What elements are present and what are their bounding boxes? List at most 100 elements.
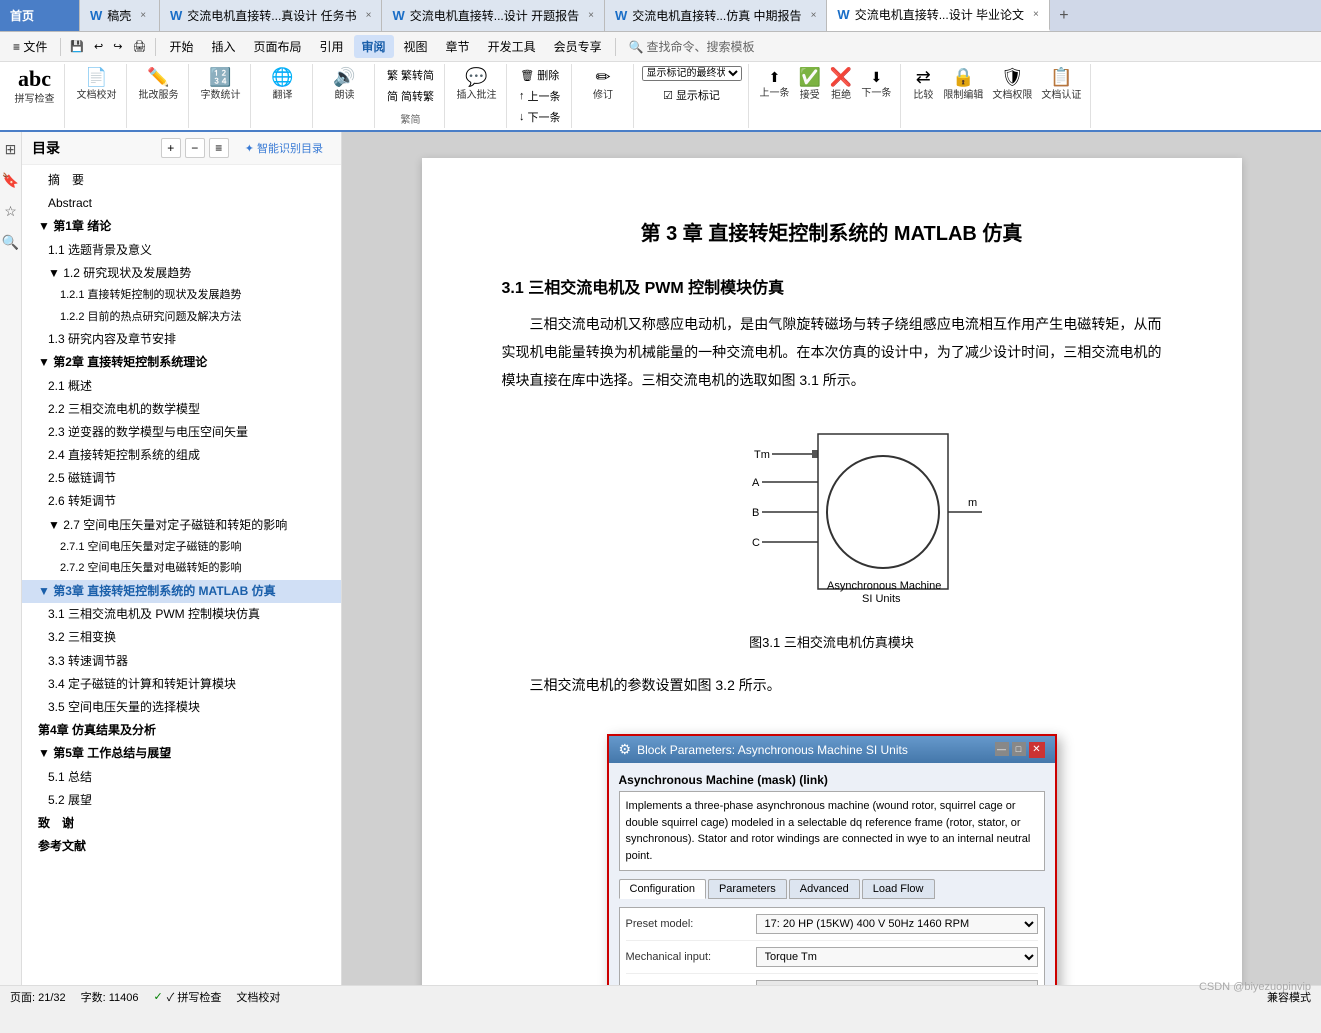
- save-btn[interactable]: 💾: [66, 38, 88, 55]
- toc-item-0[interactable]: 摘 要: [22, 169, 341, 192]
- tab-doc4[interactable]: W 交流电机直接转...设计 毕业论文 ×: [827, 0, 1049, 31]
- tab-add-button[interactable]: +: [1050, 0, 1078, 31]
- toc-item-4[interactable]: ▼ 1.2 研究现状及发展趋势: [22, 262, 341, 285]
- fan-to-jian-btn[interactable]: 繁繁转简: [383, 66, 438, 84]
- menu-file[interactable]: ≡ 文件: [5, 35, 55, 58]
- document-area[interactable]: 第 3 章 直接转矩控制系统的 MATLAB 仿真 3.1 三相交流电机及 PW…: [342, 132, 1321, 985]
- tab-doc4-close[interactable]: ×: [1033, 9, 1039, 20]
- smart-toc-btn[interactable]: ✦ 智能识别目录: [237, 138, 331, 158]
- restrict-edit-btn[interactable]: 🔒 限制编辑: [940, 66, 986, 103]
- menu-view[interactable]: 视图: [396, 35, 436, 58]
- dialog-tab-params[interactable]: Parameters: [708, 879, 787, 899]
- track-changes-btn[interactable]: ✏ 修订: [589, 66, 617, 103]
- toc-item-25[interactable]: ▼ 第5章 工作总结与展望: [22, 742, 341, 765]
- tab-doc2[interactable]: W 交流电机直接转...设计 开题报告 ×: [382, 0, 604, 31]
- toc-item-15[interactable]: ▼ 2.7 空间电压矢量对定子磁链和转矩的影响: [22, 514, 341, 537]
- translate-btn[interactable]: 🌐 翻译: [268, 66, 296, 103]
- toc-item-3[interactable]: 1.1 选题背景及意义: [22, 239, 341, 262]
- toc-item-6[interactable]: 1.2.2 目前的热点研究问题及解决方法: [22, 307, 341, 329]
- tab-draft-close[interactable]: ×: [140, 10, 146, 21]
- prev-comment-btn[interactable]: ↑上一条: [515, 87, 565, 105]
- next-change-btn[interactable]: ⬇ 下一条: [858, 68, 894, 101]
- spell-check-btn[interactable]: abc 拼写检查: [12, 66, 58, 107]
- tab-home[interactable]: 首页: [0, 0, 80, 31]
- toc-settings-btn[interactable]: ≡: [209, 138, 229, 158]
- menu-layout[interactable]: 页面布局: [245, 35, 309, 58]
- rotortype-select[interactable]: Squirrel-cage: [756, 980, 1038, 985]
- doccheck-btn[interactable]: 📄 文档校对: [74, 66, 120, 103]
- tab-doc3[interactable]: W 交流电机直接转...仿真 中期报告 ×: [605, 0, 827, 31]
- menu-devtools[interactable]: 开发工具: [480, 35, 544, 58]
- search-command[interactable]: 🔍 查找命令、搜索模板: [621, 35, 763, 58]
- compare-btn[interactable]: ⇄ 比较: [909, 66, 937, 103]
- nav-star-icon[interactable]: ☆: [1, 200, 20, 223]
- menu-review[interactable]: 审阅: [354, 35, 394, 58]
- show-markup-btn[interactable]: ☑ 显示标记: [659, 86, 724, 104]
- nav-bookmark-icon[interactable]: 🔖: [0, 169, 22, 192]
- toc-item-29[interactable]: 参考文献: [22, 835, 341, 858]
- menu-ref[interactable]: 引用: [312, 35, 352, 58]
- toc-item-10[interactable]: 2.2 三相交流电机的数学模型: [22, 398, 341, 421]
- next-comment-btn[interactable]: ↓下一条: [515, 108, 565, 126]
- toc-expand-btn[interactable]: +: [161, 138, 181, 158]
- menu-start[interactable]: 开始: [161, 35, 201, 58]
- markup-state-select[interactable]: 显示标记的最终状态: [642, 66, 742, 81]
- reject-btn[interactable]: ❌ 拒绝: [827, 66, 855, 103]
- menu-insert[interactable]: 插入: [203, 35, 243, 58]
- menu-vip[interactable]: 会员专享: [546, 35, 610, 58]
- toc-item-17[interactable]: 2.7.2 空间电压矢量对电磁转矩的影响: [22, 558, 341, 580]
- toc-item-28[interactable]: 致 谢: [22, 812, 341, 835]
- tab-doc1[interactable]: W 交流电机直接转...真设计 任务书 ×: [160, 0, 382, 31]
- doc-permission-btn[interactable]: 🛡 文档权限: [989, 66, 1035, 103]
- toc-item-2[interactable]: ▼ 第1章 绪论: [22, 215, 341, 238]
- insert-comment-btn[interactable]: 💬 插入批注: [454, 66, 500, 103]
- tab-doc2-close[interactable]: ×: [588, 10, 594, 21]
- toc-item-13[interactable]: 2.5 磁链调节: [22, 467, 341, 490]
- toc-item-21[interactable]: 3.3 转速调节器: [22, 650, 341, 673]
- toc-item-26[interactable]: 5.1 总结: [22, 766, 341, 789]
- dialog-tab-config[interactable]: Configuration: [619, 879, 706, 899]
- status-doccheck[interactable]: 文档校对: [236, 989, 280, 1005]
- toc-item-23[interactable]: 3.5 空间电压矢量的选择模块: [22, 696, 341, 719]
- read-btn[interactable]: 🔊 朗读: [330, 66, 358, 103]
- toc-item-27[interactable]: 5.2 展望: [22, 789, 341, 812]
- tab-doc1-close[interactable]: ×: [366, 10, 372, 21]
- redo-btn[interactable]: ↪: [109, 38, 126, 55]
- prev-change-btn[interactable]: ⬆ 上一条: [757, 68, 793, 101]
- dialog-tab-loadflow[interactable]: Load Flow: [862, 879, 935, 899]
- dialog-tab-advanced[interactable]: Advanced: [789, 879, 860, 899]
- toc-item-22[interactable]: 3.4 定子磁链的计算和转矩计算模块: [22, 673, 341, 696]
- toc-item-5[interactable]: 1.2.1 直接转矩控制的现状及发展趋势: [22, 285, 341, 307]
- print-btn[interactable]: 🖨: [128, 38, 150, 55]
- status-spell[interactable]: ✓ ✓ 拼写检查: [154, 989, 222, 1005]
- toc-item-18[interactable]: ▼ 第3章 直接转矩控制系统的 MATLAB 仿真: [22, 580, 341, 603]
- nav-home-icon[interactable]: ⊞: [2, 138, 20, 161]
- toc-item-8[interactable]: ▼ 第2章 直接转矩控制系统理论: [22, 351, 341, 374]
- toc-item-14[interactable]: 2.6 转矩调节: [22, 490, 341, 513]
- tab-doc3-close[interactable]: ×: [811, 10, 817, 21]
- doc-cert-btn[interactable]: 📋 文档认证: [1038, 66, 1084, 103]
- delete-comment-btn[interactable]: 🗑删除: [516, 66, 563, 84]
- preset-select[interactable]: 17: 20 HP (15KW) 400 V 50Hz 1460 RPM: [756, 914, 1038, 934]
- mechinput-select[interactable]: Torque Tm: [756, 947, 1038, 967]
- correct-btn[interactable]: ✏️ 批改服务: [136, 66, 182, 103]
- dialog-min-btn[interactable]: —: [995, 742, 1009, 756]
- toc-item-16[interactable]: 2.7.1 空间电压矢量对定子磁链的影响: [22, 537, 341, 559]
- toc-item-7[interactable]: 1.3 研究内容及章节安排: [22, 328, 341, 351]
- accept-btn[interactable]: ✅ 接受: [796, 66, 824, 103]
- dialog-max-btn[interactable]: □: [1012, 742, 1026, 756]
- toc-item-1[interactable]: Abstract: [22, 192, 341, 215]
- toc-item-19[interactable]: 3.1 三相交流电机及 PWM 控制模块仿真: [22, 603, 341, 626]
- toc-item-24[interactable]: 第4章 仿真结果及分析: [22, 719, 341, 742]
- wordcount-btn[interactable]: 🔢 字数统计: [198, 66, 244, 103]
- nav-search-icon[interactable]: 🔍: [0, 231, 22, 254]
- toc-item-20[interactable]: 3.2 三相变换: [22, 626, 341, 649]
- toc-item-12[interactable]: 2.4 直接转矩控制系统的组成: [22, 444, 341, 467]
- menu-chapter[interactable]: 章节: [438, 35, 478, 58]
- undo-btn[interactable]: ↩: [90, 38, 107, 55]
- dialog-close-btn[interactable]: ✕: [1029, 742, 1045, 758]
- toc-collapse-btn[interactable]: −: [185, 138, 205, 158]
- toc-item-11[interactable]: 2.3 逆变器的数学模型与电压空间矢量: [22, 421, 341, 444]
- jian-to-fan-btn[interactable]: 简简转繁: [383, 87, 438, 105]
- toc-item-9[interactable]: 2.1 概述: [22, 375, 341, 398]
